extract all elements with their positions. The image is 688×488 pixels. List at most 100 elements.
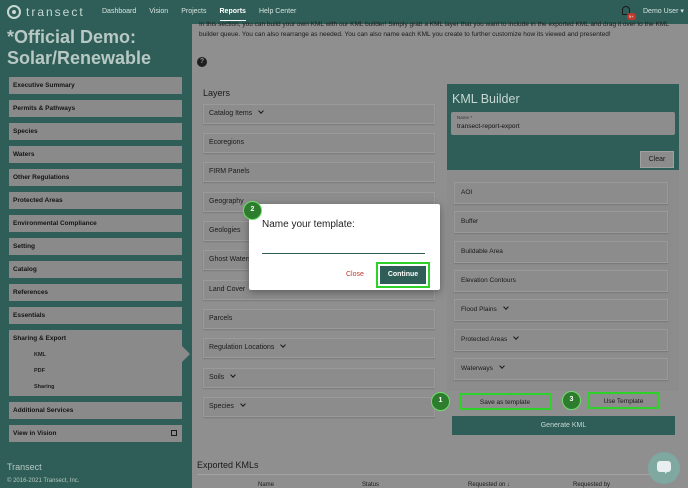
continue-button-highlight: Continue (376, 262, 430, 288)
builder-item-flood-plains[interactable]: Flood Plains (454, 299, 668, 321)
sidebar-group-sharing-export: Sharing & Export KML PDF Sharing (9, 330, 182, 396)
chevron-down-icon[interactable] (240, 401, 246, 407)
layer-species[interactable]: Species (203, 397, 435, 417)
builder-item-waterways[interactable]: Waterways (454, 358, 668, 380)
kml-builder-panel: KML Builder Name * transect-report-expor… (447, 84, 679, 391)
sidebar-item-catalog[interactable]: Catalog (9, 261, 182, 278)
chevron-down-icon[interactable] (513, 334, 520, 340)
nav-dashboard[interactable]: Dashboard (102, 0, 136, 24)
sidebar-subitem-kml[interactable]: KML (9, 347, 182, 363)
column-requested-on[interactable]: Requested on ↓ (468, 482, 510, 488)
kml-name-label: Name * (457, 115, 473, 120)
active-section-pointer (182, 346, 190, 362)
footer-copyright: © 2016-2021 Transect, Inc. (7, 478, 80, 484)
layer-soils[interactable]: Soils (203, 368, 435, 388)
notification-bell-icon[interactable]: 9+ (620, 5, 636, 20)
layer-firm-panels[interactable]: FIRM Panels (203, 162, 435, 182)
step-badge-1: 1 (431, 392, 450, 411)
footer-brand: Transect (7, 462, 42, 472)
kml-builder-title: KML Builder (452, 92, 520, 106)
builder-item-label: Buffer (461, 218, 479, 225)
layer-catalog-items[interactable]: Catalog Items (203, 104, 435, 124)
dialog-title: Name your template: (262, 219, 355, 230)
layers-heading: Layers (203, 88, 231, 98)
sidebar-item-species[interactable]: Species (9, 123, 182, 140)
exported-kmls-table-header: Name Status Requested on ↓ Requested by (197, 474, 677, 488)
chat-bubble-icon (657, 461, 671, 474)
layer-ecoregions[interactable]: Ecoregions (203, 133, 435, 153)
chat-support-button[interactable] (648, 452, 680, 484)
close-button[interactable]: Close (346, 271, 364, 278)
sidebar-item-references[interactable]: References (9, 284, 182, 301)
sidebar-item-essentials[interactable]: Essentials (9, 307, 182, 324)
column-requested-by[interactable]: Requested by (573, 482, 610, 488)
builder-item-label: Protected Areas (461, 336, 508, 343)
builder-item-aoi[interactable]: AOI (454, 182, 668, 204)
sidebar-item-sharing-export[interactable]: Sharing & Export (9, 330, 182, 347)
notification-count-badge: 9+ (627, 13, 636, 20)
exported-kmls-heading: Exported KMLs (197, 460, 259, 470)
builder-item-buildable-area[interactable]: Buildable Area (454, 241, 668, 263)
layer-label: FIRM Panels (209, 168, 250, 175)
layer-label: Catalog Items (209, 110, 253, 117)
step-badge-2: 2 (243, 201, 262, 220)
transect-logo[interactable]: transect (7, 5, 102, 19)
chevron-down-icon[interactable] (230, 372, 237, 378)
step-badge-3: 3 (562, 391, 581, 410)
sidebar: *Official Demo: Solar/Renewable Executiv… (0, 24, 192, 488)
sidebar-subitem-sharing[interactable]: Sharing (9, 379, 182, 395)
column-status[interactable]: Status (362, 482, 379, 488)
name-template-dialog: Name your template: Close Continue (249, 204, 440, 290)
clear-button[interactable]: Clear (640, 151, 674, 168)
builder-item-label: Waterways (461, 365, 493, 372)
builder-item-label: Flood Plains (461, 306, 497, 313)
layer-label: Ecoregions (209, 139, 245, 146)
sidebar-item-other-regulations[interactable]: Other Regulations (9, 169, 182, 186)
builder-item-protected-areas[interactable]: Protected Areas (454, 329, 668, 351)
sidebar-item-additional-services[interactable]: Additional Services (9, 402, 182, 419)
sidebar-item-waters[interactable]: Waters (9, 146, 182, 163)
layer-label: Geography (209, 198, 244, 205)
kml-name-value[interactable]: transect-report-export (457, 123, 520, 130)
layer-label: Ghost Waters (209, 256, 252, 263)
layer-label: Soils (209, 374, 225, 381)
chevron-down-icon[interactable] (502, 304, 509, 310)
column-name[interactable]: Name (258, 482, 274, 488)
sidebar-item-setting[interactable]: Setting (9, 238, 182, 255)
layer-label: Land Cover (209, 286, 246, 293)
question-circle-icon[interactable]: ? (197, 57, 207, 67)
sidebar-item-permits-pathways[interactable]: Permits & Pathways (9, 100, 182, 117)
layer-parcels[interactable]: Parcels (203, 309, 435, 329)
sidebar-item-view-in-vision[interactable]: View in Vision (9, 425, 182, 442)
continue-button[interactable]: Continue (380, 266, 426, 284)
project-title: *Official Demo: Solar/Renewable (7, 27, 152, 68)
builder-item-elevation-contours[interactable]: Elevation Contours (454, 270, 668, 292)
kml-name-field[interactable]: Name * transect-report-export (451, 112, 675, 135)
sidebar-subitem-pdf[interactable]: PDF (9, 363, 182, 379)
chevron-down-icon[interactable] (280, 342, 287, 348)
external-link-icon (171, 430, 177, 436)
kml-builder-header: KML Builder Name * transect-report-expor… (447, 84, 679, 170)
layer-label: Geologies (209, 227, 241, 234)
builder-item-label: Buildable Area (461, 248, 503, 255)
use-template-button[interactable]: Use Template (588, 392, 659, 409)
layer-regulation-locations[interactable]: Regulation Locations (203, 338, 435, 358)
intro-text: In this section, you can build your own … (199, 21, 669, 38)
builder-item-label: Elevation Contours (461, 277, 516, 284)
sidebar-item-environmental-compliance[interactable]: Environmental Compliance (9, 215, 182, 232)
builder-item-label: AOI (461, 189, 473, 196)
builder-item-buffer[interactable]: Buffer (454, 211, 668, 233)
chevron-down-icon[interactable] (258, 108, 265, 114)
sidebar-item-protected-areas[interactable]: Protected Areas (9, 192, 182, 209)
layer-label: Parcels (209, 315, 233, 322)
chevron-down-icon[interactable] (499, 363, 505, 369)
save-as-template-button[interactable]: Save as template (459, 393, 551, 410)
generate-kml-button[interactable]: Generate KML (452, 416, 675, 435)
layer-label: Species (209, 403, 234, 410)
nav-vision[interactable]: Vision (149, 0, 168, 24)
logo-icon (7, 5, 21, 19)
sidebar-item-executive-summary[interactable]: Executive Summary (9, 77, 182, 94)
template-name-input[interactable] (262, 240, 425, 254)
logo-text: transect (26, 5, 85, 19)
layer-label: Regulation Locations (209, 344, 275, 351)
